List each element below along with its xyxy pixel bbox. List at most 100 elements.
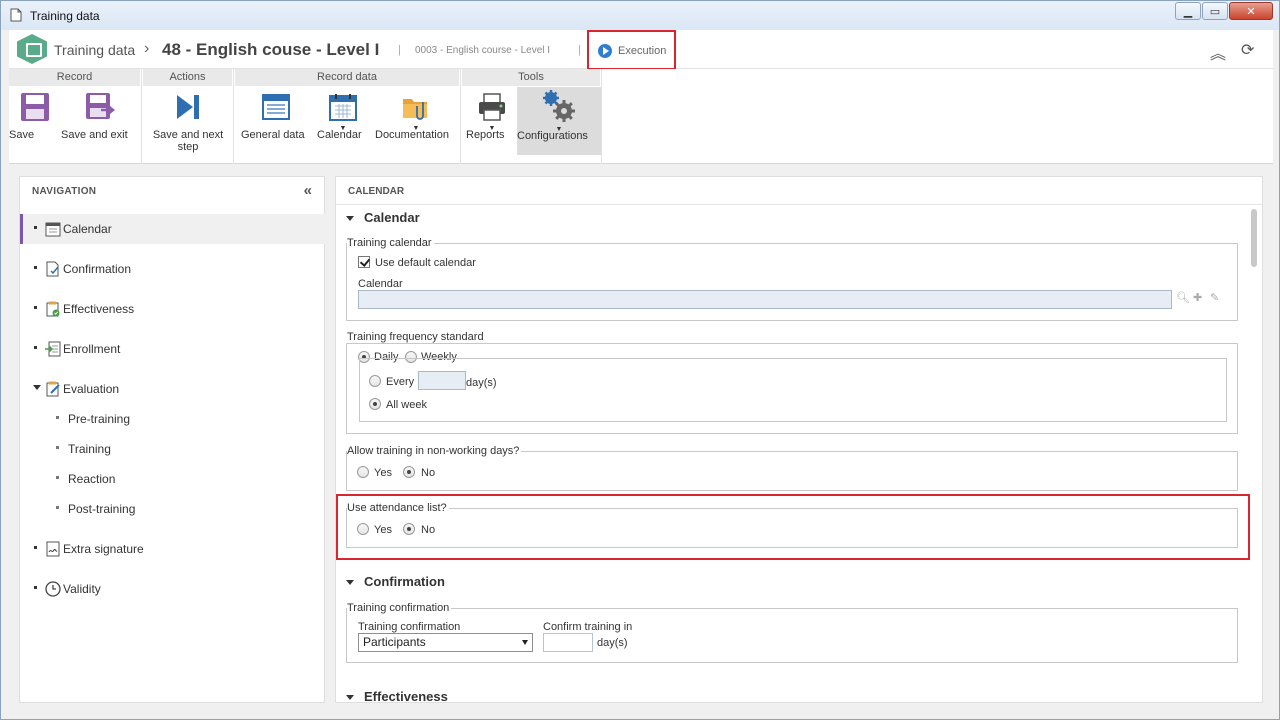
reports-label: Reports — [466, 129, 505, 141]
ribbon-group-record-data: Record data General data Calendar ▼ Docu… — [235, 69, 461, 164]
play-status-icon — [598, 44, 612, 58]
confirm-days-unit-label: day(s) — [597, 637, 628, 649]
collapse-arrow-icon — [346, 580, 354, 586]
maximize-button[interactable]: ▭ — [1202, 2, 1228, 20]
use-default-calendar-checkbox[interactable] — [358, 256, 370, 268]
section-confirmation-header[interactable]: Confirmation — [346, 574, 445, 589]
refresh-icon[interactable]: ⟳ — [1241, 40, 1254, 60]
search-icon[interactable]: 🔍︎ — [1176, 291, 1190, 304]
confirm-training-in-input[interactable] — [543, 633, 593, 652]
ribbon-group-record: Record Save Save and exit — [9, 69, 142, 164]
reports-button[interactable]: Reports ▼ — [466, 87, 518, 155]
nav-item-effectiveness[interactable]: Effectiveness — [20, 294, 325, 324]
record-code: 0003 - English course - Level I — [415, 45, 551, 56]
nav-item-validity[interactable]: Validity — [20, 574, 325, 604]
save-and-exit-label: Save and exit — [61, 129, 128, 141]
save-exit-icon — [86, 93, 116, 119]
title-bar: Training data ▁ ▭ ✕ — [1, 1, 1279, 30]
general-data-icon — [262, 94, 290, 120]
ribbon-group-actions: Actions Save and next step — [143, 69, 234, 164]
nav-item-label: Extra signature — [63, 542, 144, 556]
status-text: Execution — [618, 45, 667, 57]
configurations-button[interactable]: Configurations ▼ — [517, 87, 601, 155]
nav-item-enrollment[interactable]: Enrollment — [20, 334, 325, 364]
document-icon — [10, 8, 22, 22]
chevron-down-icon — [522, 640, 528, 645]
app-window: Training data ▁ ▭ ✕ Training data › 48 -… — [0, 0, 1280, 720]
nav-subitem-label: Reaction — [68, 472, 116, 486]
collapse-arrow-icon — [346, 695, 354, 701]
ribbon-group-tools: Tools Reports ▼ Configurations ▼ — [462, 69, 602, 164]
save-button[interactable]: Save — [9, 87, 61, 155]
folder-clip-icon — [403, 99, 427, 120]
breadcrumb-separator: › — [144, 40, 150, 57]
section-title: Effectiveness — [364, 689, 448, 703]
all-week-label: All week — [386, 399, 427, 411]
calendar-field-label: Calendar — [358, 278, 403, 290]
bullet — [34, 226, 37, 229]
all-week-radio[interactable] — [369, 398, 381, 410]
ribbon-group-title: Actions — [143, 69, 233, 86]
nav-item-label: Calendar — [63, 222, 112, 236]
every-days-input[interactable] — [418, 371, 466, 390]
add-icon[interactable]: ✚ — [1193, 291, 1202, 304]
next-step-icon — [177, 95, 199, 119]
nav-subitem-training[interactable]: Training — [20, 434, 325, 464]
record-title: 48 - English couse - Level I — [162, 40, 380, 59]
nav-subitem-reaction[interactable]: Reaction — [20, 464, 325, 494]
save-and-next-step-button[interactable]: Save and next step — [145, 87, 231, 155]
expand-arrow-icon[interactable] — [33, 385, 41, 390]
calendar-field[interactable] — [358, 290, 1172, 309]
nav-subitem-label: Training — [68, 442, 111, 456]
nav-item-extra-signature[interactable]: Extra signature — [20, 534, 325, 564]
clear-icon[interactable]: ✎ — [1210, 291, 1219, 304]
confirm-training-in-label: Confirm training in — [543, 621, 633, 633]
nav-item-evaluation[interactable]: Evaluation — [20, 374, 325, 404]
nav-subitem-post-training[interactable]: Post-training — [20, 494, 325, 524]
section-calendar-header[interactable]: Calendar — [346, 210, 420, 225]
bullet — [34, 266, 37, 269]
non-working-days-group — [346, 451, 1238, 491]
nav-item-calendar[interactable]: Calendar — [20, 214, 325, 244]
collapse-up-icon[interactable]: ︽ — [1210, 40, 1226, 64]
maximize-icon: ▭ — [1209, 5, 1221, 18]
minimize-button[interactable]: ▁ — [1175, 2, 1201, 20]
ribbon-group-title: Tools — [462, 69, 601, 86]
navigation-panel: NAVIGATION « Calendar Confirmation Effec… — [19, 176, 325, 703]
vertical-scrollbar[interactable] — [1251, 209, 1257, 267]
calendar-button[interactable]: Calendar ▼ — [317, 87, 369, 155]
training-frequency-legend: Training frequency standard — [347, 331, 486, 343]
section-effectiveness-header[interactable]: Effectiveness — [346, 689, 448, 703]
general-data-button[interactable]: General data — [241, 87, 311, 155]
non-working-yes-label: Yes — [374, 467, 392, 479]
non-working-days-legend: Allow training in non-working days? — [347, 445, 522, 457]
enrollment-icon — [45, 341, 61, 357]
nav-subitem-label: Post-training — [68, 502, 136, 516]
effectiveness-icon — [46, 301, 60, 317]
header-divider: | — [578, 44, 581, 56]
every-days-radio[interactable] — [369, 375, 381, 387]
breadcrumb-app[interactable]: Training data — [54, 42, 135, 58]
save-and-exit-button[interactable]: Save and exit — [61, 87, 139, 155]
training-confirmation-select[interactable]: Participants — [358, 633, 533, 652]
training-confirmation-value: Participants — [363, 635, 426, 649]
non-working-yes-radio[interactable] — [357, 466, 369, 478]
content-panel: CALENDAR Calendar Training calendar Use … — [335, 176, 1263, 703]
non-working-no-radio[interactable] — [403, 466, 415, 478]
nav-item-confirmation[interactable]: Confirmation — [20, 254, 325, 284]
nav-item-label: Validity — [63, 582, 101, 596]
collapse-left-icon[interactable]: « — [304, 182, 312, 199]
record-header: Training data › 48 - English couse - Lev… — [9, 30, 1273, 70]
use-default-calendar-label: Use default calendar — [375, 257, 476, 269]
nav-subitem-pre-training[interactable]: Pre-training — [20, 404, 325, 434]
ribbon-group-title: Record — [9, 69, 141, 86]
window-controls: ▁ ▭ ✕ — [1175, 2, 1273, 20]
close-button[interactable]: ✕ — [1229, 2, 1273, 20]
signature-icon — [46, 541, 60, 557]
navigation-title: NAVIGATION — [32, 186, 97, 197]
documentation-button[interactable]: Documentation ▼ — [375, 87, 457, 155]
minimize-icon: ▁ — [1183, 5, 1193, 18]
ribbon-group-title: Record data — [235, 69, 460, 86]
divider — [336, 204, 1262, 205]
every-label: Every — [386, 376, 415, 388]
